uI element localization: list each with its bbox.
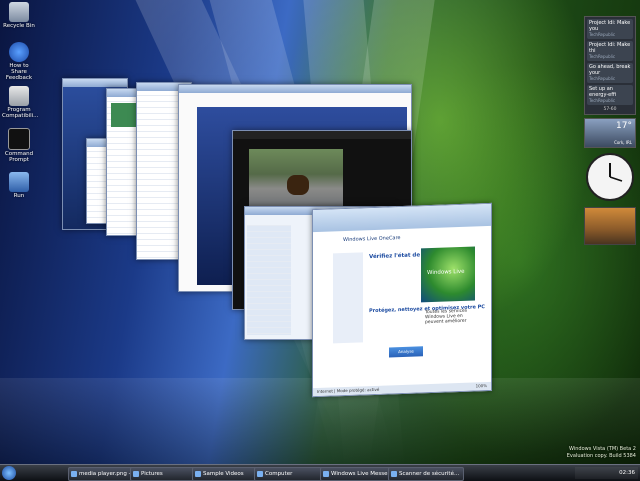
scan-button[interactable]: Analyse complète	[389, 346, 423, 364]
desktop-icon-label: How to Share Feedback	[5, 63, 33, 81]
run-icon[interactable]: Run	[2, 172, 36, 199]
explorer-nav-pane	[247, 225, 291, 335]
feed-item-source: TechRepublic	[589, 98, 616, 103]
system-tray[interactable]: 02:36	[575, 467, 638, 479]
taskbar-item[interactable]: Windows Live Messe...	[320, 467, 394, 481]
weather-city: Cork, IRL	[614, 140, 632, 145]
onecare-side-menu[interactable]	[333, 252, 363, 344]
windows-live-logo-panel: Windows Live	[421, 246, 475, 303]
window-titlebar	[313, 203, 491, 233]
feed-item[interactable]: Project Idi: Make you TechRepublic	[587, 19, 633, 39]
clock-text[interactable]: 02:36	[619, 470, 635, 476]
build-watermark: Windows Vista (TM) Beta 2 Evaluation cop…	[567, 446, 636, 460]
watermark-line2: Evaluation copy. Build 5384	[566, 453, 636, 459]
zoom-level[interactable]: 100%	[476, 382, 487, 390]
onecare-side-heading: Toutes les services Windows Live en peuv…	[425, 308, 468, 326]
feed-item-source: TechRepublic	[589, 76, 616, 81]
front-window-onecare[interactable]: Windows Live OneCare Vérifiez l'état de …	[312, 202, 492, 398]
thumbnail-image	[111, 103, 139, 127]
feed-item[interactable]: Go ahead, break your TechRepublic	[587, 63, 633, 83]
feed-pager[interactable]: 57-60	[587, 107, 633, 112]
windows-live-logo: Windows Live	[427, 268, 465, 277]
desktop-icon-label: Program Compatibili...	[2, 107, 39, 119]
feed-item-title: Set up an energy-effi	[589, 86, 617, 98]
window-titlebar	[63, 79, 127, 87]
feed-headlines-gadget[interactable]: Project Idi: Make you TechRepublic Proje…	[584, 16, 636, 115]
watermark-line1: Windows Vista (TM) Beta 2	[569, 446, 636, 452]
feed-item-title: Project Idi: Make you	[589, 20, 631, 32]
command-prompt-icon[interactable]: Command Prompt	[2, 128, 36, 163]
weather-gadget[interactable]: 17° Cork, IRL	[584, 118, 636, 148]
sidebar-gadgets: Project Idi: Make you TechRepublic Proje…	[584, 16, 636, 245]
desktop-icon-label: Recycle Bin	[3, 23, 35, 29]
feed-item-title: Project Idi: Make thi	[589, 42, 631, 54]
window-titlebar	[179, 85, 411, 93]
feed-item[interactable]: Set up an energy-effi TechRepublic	[587, 85, 633, 105]
recycle-bin-icon[interactable]: Recycle Bin	[2, 2, 36, 29]
feed-item-source: TechRepublic	[589, 32, 616, 37]
feed-item-source: TechRepublic	[589, 54, 616, 59]
taskbar-item[interactable]: Computer	[254, 467, 326, 481]
onecare-brand: Windows Live OneCare	[343, 235, 401, 244]
taskbar: media player.png - ... Pictures Sample V…	[0, 464, 640, 481]
program-compatibility-icon[interactable]: Program Compatibili...	[2, 86, 39, 119]
status-text: Internet | Mode protégé: activé	[317, 386, 380, 394]
clock-gadget[interactable]	[584, 151, 636, 203]
desktop-icon-label: Command Prompt	[4, 151, 34, 163]
quick-launch[interactable]	[20, 469, 64, 477]
feed-item-title: Go ahead, break your	[589, 64, 631, 76]
taskbar-item[interactable]: Scanner de sécurité...	[388, 467, 464, 481]
feed-item[interactable]: Project Idi: Make thi TechRepublic	[587, 41, 633, 61]
desktop-icon-label: Run	[13, 193, 25, 199]
start-orb-icon[interactable]	[2, 466, 16, 480]
slideshow-gadget[interactable]	[584, 207, 636, 245]
help-feedback-icon[interactable]: How to Share Feedback	[2, 42, 36, 81]
bear-shape	[287, 175, 309, 195]
window-titlebar	[233, 131, 411, 139]
weather-temp: 17°	[616, 121, 632, 131]
